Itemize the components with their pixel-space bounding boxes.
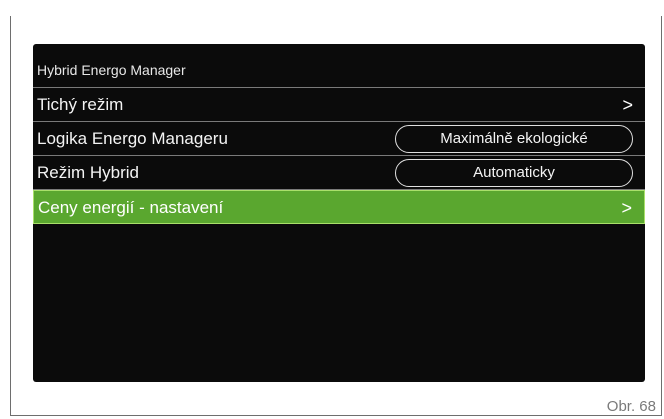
menu-item-label: Logika Energo Manageru xyxy=(37,129,228,148)
menu-item-quiet-mode[interactable]: Tichý režim > xyxy=(33,88,645,122)
menu-item-energo-logic[interactable]: Logika Energo Manageru Maximálně ekologi… xyxy=(33,122,645,156)
chevron-right-icon: > xyxy=(622,95,633,115)
menu-item-label: Ceny energií - nastavení xyxy=(38,198,224,217)
menu-item-hybrid-mode[interactable]: Režim Hybrid Automaticky xyxy=(33,156,645,190)
hybrid-mode-value-selector[interactable]: Automaticky xyxy=(395,159,633,187)
menu-item-label: Režim Hybrid xyxy=(37,163,140,182)
figure-caption: Obr. 68 xyxy=(606,398,656,415)
menu-title: Hybrid Energo Manager xyxy=(33,56,645,88)
chevron-right-icon: > xyxy=(621,198,632,218)
menu-item-energy-prices[interactable]: Ceny energií - nastavení > xyxy=(33,190,645,224)
energo-logic-value-selector[interactable]: Maximálně ekologické xyxy=(395,125,633,153)
menu-item-label: Tichý režim xyxy=(37,95,124,114)
device-screen: Hybrid Energo Manager Tichý režim > Logi… xyxy=(33,44,645,382)
